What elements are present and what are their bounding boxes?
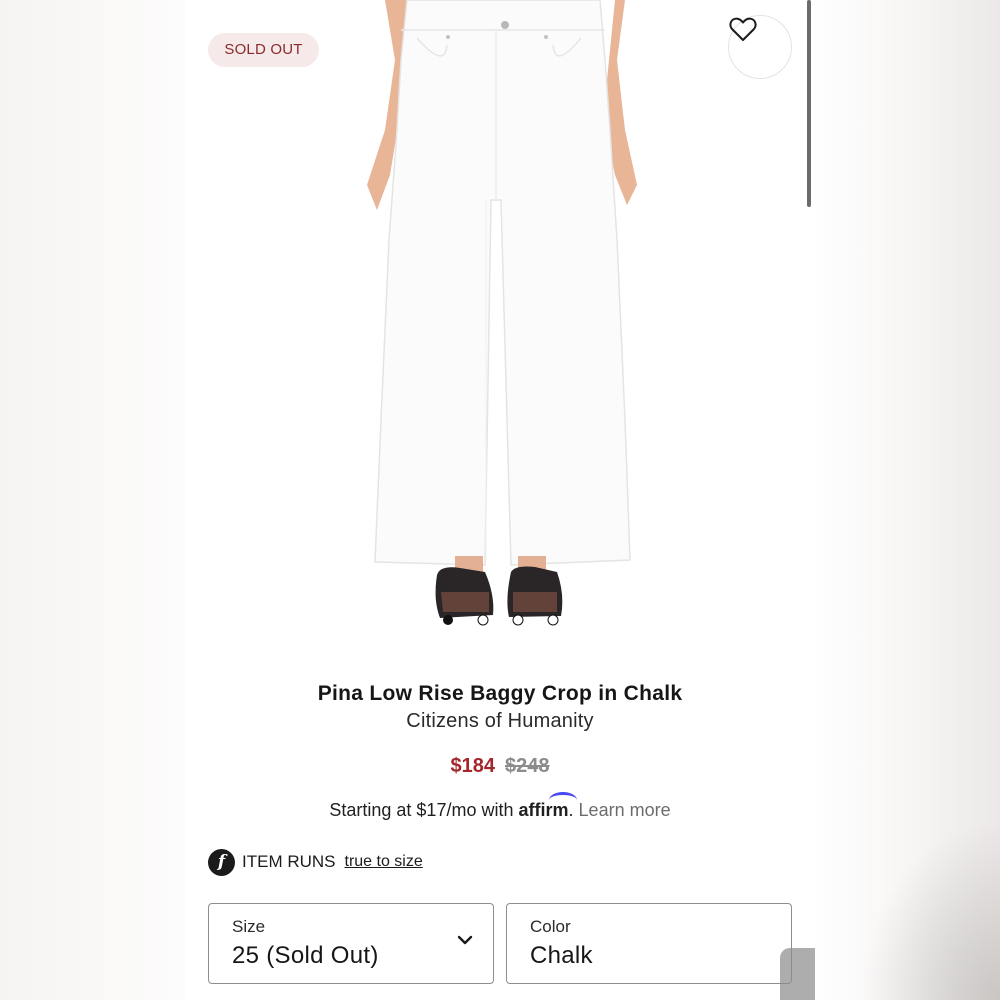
learn-more-link[interactable]: Learn more [579, 800, 671, 820]
scrollbar[interactable] [807, 0, 811, 207]
price-row: $184 $248 [185, 755, 815, 778]
size-select[interactable]: Size 25 (Sold Out) [208, 903, 494, 984]
original-price: $248 [505, 755, 550, 777]
fit-label: ITEM RUNS [242, 852, 336, 871]
heart-outline-icon [729, 17, 757, 41]
color-label: Color [530, 917, 571, 936]
size-value: 25 (Sold Out) [232, 942, 379, 969]
fit-link[interactable]: true to size [345, 853, 423, 871]
color-value: Chalk [530, 942, 593, 969]
color-select[interactable]: Color Chalk [506, 903, 792, 984]
product-title: Pina Low Rise Baggy Crop in Chalk [317, 682, 683, 705]
product-page: SOLD OUT Pina Low Rise Baggy Crop in Cha… [185, 0, 815, 1000]
sold-out-badge: SOLD OUT [208, 33, 319, 67]
size-label: Size [232, 917, 266, 936]
jeans-model-photo [367, 0, 637, 626]
affirm-financing: Starting at $17/mo with affirm. Learn mo… [185, 792, 815, 821]
fit-predictor-icon: f [208, 848, 235, 876]
product-image[interactable]: SOLD OUT [185, 0, 815, 645]
corner-overlay [780, 948, 815, 1000]
product-brand[interactable]: Citizens of Humanity [185, 710, 815, 733]
affirm-logo: affirm [519, 792, 577, 820]
sale-price: $184 [450, 755, 496, 777]
chevron-down-icon [457, 935, 473, 945]
financing-text: Starting at $17/mo with [329, 800, 514, 820]
blurred-background-left [0, 0, 185, 1000]
affirm-arc-icon [548, 792, 577, 808]
blurred-background-right [815, 0, 1000, 1000]
fit-info: f ITEM RUNS true to size [208, 848, 423, 876]
favorite-button[interactable] [728, 15, 792, 79]
